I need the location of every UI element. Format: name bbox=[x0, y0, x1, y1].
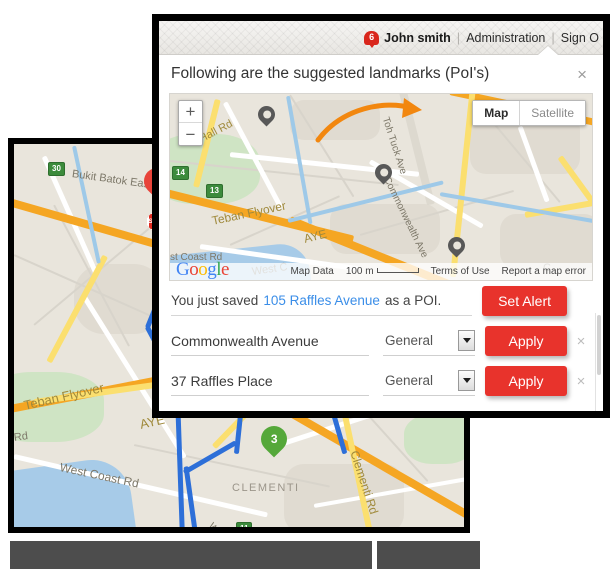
apply-button[interactable]: Apply bbox=[485, 366, 567, 396]
highway-shield: 14 bbox=[172, 166, 189, 180]
map-widget[interactable]: Hall Rd Toh Tuck Ave Commonwealth Ave Teban… bbox=[169, 93, 593, 281]
close-icon[interactable]: × bbox=[573, 66, 591, 83]
notification-bell-icon[interactable]: 6 bbox=[364, 30, 380, 45]
notification-count: 6 bbox=[364, 30, 380, 45]
table-row: 37 Raffles Place General Apply × bbox=[171, 361, 591, 401]
google-logo: Google bbox=[176, 259, 229, 280]
poi-suggestion-dialog[interactable]: 6 John smith | Administration | Sign O F… bbox=[152, 14, 610, 418]
zoom-out-button[interactable]: − bbox=[179, 123, 202, 145]
map-road-label: CLEMENTI bbox=[232, 482, 300, 494]
apply-button[interactable]: Apply bbox=[485, 326, 567, 356]
chevron-down-icon[interactable] bbox=[458, 370, 475, 391]
poi-saved-message: You just saved 105 Raffles Avenue as a P… bbox=[171, 286, 473, 316]
scrollbar-thumb[interactable] bbox=[596, 315, 601, 375]
poi-category-value: General bbox=[385, 333, 434, 348]
bottom-bar-left bbox=[10, 541, 372, 569]
map-pin-icon[interactable] bbox=[444, 233, 469, 258]
dialog-title-row: Following are the suggested landmarks (P… bbox=[159, 55, 603, 93]
building-block bbox=[500, 214, 592, 269]
map-zoom-controls[interactable]: + − bbox=[178, 100, 203, 146]
building-block bbox=[284, 464, 404, 527]
zoom-in-button[interactable]: + bbox=[179, 101, 202, 123]
poi-saved-row: You just saved 105 Raffles Avenue as a P… bbox=[171, 281, 591, 321]
poi-name-input[interactable]: Commonwealth Avenue bbox=[171, 326, 369, 356]
poi-category-select[interactable]: General bbox=[383, 366, 475, 396]
dialog-scrollbar[interactable] bbox=[595, 313, 601, 411]
bottom-bar-right bbox=[377, 541, 480, 569]
dialog-title: Following are the suggested landmarks (P… bbox=[171, 65, 490, 82]
poi-category-value: General bbox=[385, 373, 434, 388]
park-area bbox=[404, 414, 464, 464]
map-road-label: Rd bbox=[14, 430, 29, 444]
chevron-down-icon[interactable] bbox=[458, 330, 475, 351]
map-type-map-button[interactable]: Map bbox=[473, 101, 521, 125]
highway-shield: 30 bbox=[48, 162, 65, 176]
poi-category-select[interactable]: General bbox=[383, 326, 475, 356]
poi-name-input[interactable]: 37 Raffles Place bbox=[171, 366, 369, 396]
map-attribution-bar: Map Data 100 m Terms of Use Report a map… bbox=[170, 263, 592, 280]
administration-link[interactable]: Administration bbox=[466, 31, 545, 45]
highway-shield: 13 bbox=[206, 184, 223, 198]
numbered-map-marker[interactable]: 3 bbox=[255, 420, 293, 458]
map-road-label: W Coa bbox=[206, 521, 233, 527]
map-scale: 100 m bbox=[346, 266, 419, 277]
user-name-label[interactable]: John smith bbox=[384, 31, 451, 45]
remove-row-icon[interactable]: × bbox=[571, 333, 591, 350]
terms-of-use-link[interactable]: Terms of Use bbox=[431, 266, 490, 277]
separator-icon: | bbox=[551, 30, 555, 45]
map-data-label: Map Data bbox=[290, 266, 334, 277]
scale-bar-icon bbox=[376, 268, 419, 273]
marker-label: 3 bbox=[270, 432, 278, 446]
map-pin-icon[interactable] bbox=[254, 102, 279, 127]
map-type-satellite-button[interactable]: Satellite bbox=[520, 101, 585, 125]
saved-poi-link[interactable]: 105 Raffles Avenue bbox=[263, 293, 380, 308]
sign-out-link[interactable]: Sign O bbox=[561, 31, 599, 45]
report-map-error-link[interactable]: Report a map error bbox=[502, 266, 586, 277]
remove-row-icon[interactable]: × bbox=[571, 373, 591, 390]
poi-list: You just saved 105 Raffles Avenue as a P… bbox=[159, 281, 603, 401]
saved-suffix: as a POI. bbox=[384, 293, 442, 308]
table-row: Commonwealth Avenue General Apply × bbox=[171, 321, 591, 361]
map-type-toggle[interactable]: Map Satellite bbox=[472, 100, 586, 126]
saved-prefix: You just saved bbox=[171, 293, 259, 308]
user-bar: 6 John smith | Administration | Sign O bbox=[159, 21, 603, 55]
highway-shield: 11 bbox=[236, 522, 253, 527]
separator-icon: | bbox=[456, 30, 461, 45]
set-alert-button[interactable]: Set Alert bbox=[482, 286, 567, 316]
direction-arrow-icon bbox=[315, 98, 422, 143]
popover-caret-icon bbox=[538, 46, 558, 55]
